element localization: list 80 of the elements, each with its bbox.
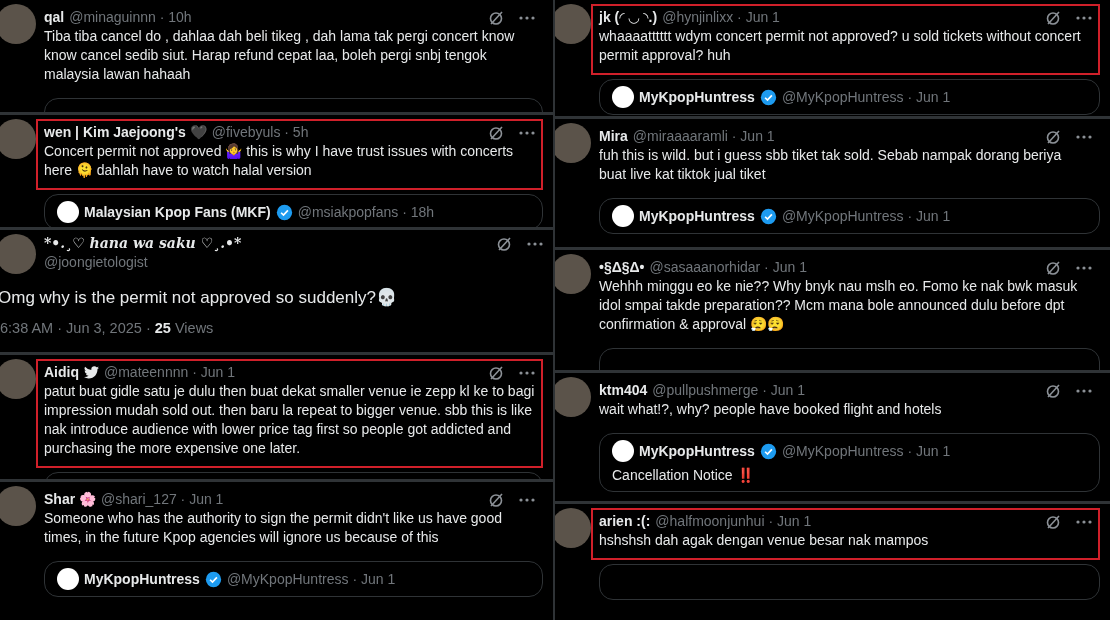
slashed-circle-icon[interactable] — [488, 124, 504, 141]
quote-author-name: Malaysian Kpop Fans (MKF) — [84, 204, 271, 220]
quote-author-name: MyKpopHuntress — [639, 89, 755, 105]
avatar[interactable] — [555, 123, 591, 163]
slashed-circle-icon[interactable] — [496, 235, 512, 252]
quote-handle-time: @MyKpopHuntress · Jun 1 — [781, 208, 951, 224]
avatar[interactable] — [0, 234, 36, 274]
handle: @joongietologist — [44, 253, 148, 272]
tweet-text: Someone who has the authority to sign the permit didn't like us have good times, in the future Kpop agencies will ignore us because of this — [44, 509, 503, 547]
tweet-text: Tiba tiba cancel do , dahlaa dah beli tikeg , dah lama tak pergi concert know know cancel sedib siut. Harap refund cepat laa, boleh pergi snbj tengok malaysia lawan hahaah — [44, 27, 516, 84]
more-icon[interactable] — [519, 497, 535, 502]
quote-handle-time: @msiakpopfans · 18h — [297, 204, 435, 220]
avatar[interactable] — [0, 119, 36, 159]
quote-handle-time: @MyKpopHuntress · Jun 1 — [226, 571, 396, 587]
author-name[interactable]: Aidiq — [44, 363, 79, 382]
author-name[interactable]: ktm404 — [599, 381, 648, 400]
avatar[interactable] — [555, 508, 591, 548]
timestamp-views: 6:38 AM · Jun 3, 2025 · 25 Views — [0, 320, 215, 336]
author-name[interactable]: jk (◜ ◡ ◝.) — [599, 8, 658, 27]
slashed-circle-icon[interactable] — [1045, 259, 1061, 276]
avatar — [612, 205, 634, 227]
more-icon[interactable] — [1076, 265, 1092, 270]
author-name[interactable]: •§Δ§Δ• — [599, 258, 645, 277]
quote-author-name: MyKpopHuntress — [84, 571, 200, 587]
tweet-text: Wehhh minggu eo ke nie?? Why bnyk nau mslh eo. Fomo ke nak bwk masuk idol smpai takde preparation?? Mcm mana bole announced dulu before dpt confirmation & approval 😮‍💨😮‍💨 — [599, 277, 1079, 334]
handle-time: @miraaaaramli · Jun 1 — [632, 127, 775, 146]
avatar[interactable] — [0, 359, 36, 399]
more-icon[interactable] — [1076, 388, 1092, 393]
more-icon[interactable] — [519, 15, 535, 20]
handle-time: @sasaaanorhidar · Jun 1 — [649, 258, 807, 277]
avatar[interactable] — [0, 486, 36, 526]
avatar[interactable] — [555, 4, 591, 44]
more-icon[interactable] — [1076, 15, 1092, 20]
slashed-circle-icon[interactable] — [1045, 128, 1061, 145]
avatar[interactable] — [555, 254, 591, 294]
quote-text: Cancellation Notice ‼ — [612, 466, 755, 485]
handle-time: @hynjinlixx · Jun 1 — [662, 8, 780, 27]
slashed-circle-icon[interactable] — [1045, 9, 1061, 26]
avatar — [612, 440, 634, 462]
more-icon[interactable] — [519, 370, 535, 375]
quote-handle-time: @MyKpopHuntress · Jun 1 — [781, 89, 951, 105]
quote-author-name: MyKpopHuntress — [639, 208, 755, 224]
tweet-text: wait what!?, why? people have booked flight and hotels — [599, 400, 943, 419]
handle-time: @shari_127 · Jun 1 — [101, 490, 224, 509]
quote-card[interactable]: MyKpopHuntress @MyKpopHuntress · Jun 1 — [599, 79, 1100, 115]
tweet-text: fuh this is wild. but i guess sbb tiket tak sold. Sebab nampak dorang beriya buat live kat tiktok jual tiket — [599, 146, 1063, 184]
quote-author-name: MyKpopHuntress — [639, 443, 755, 459]
quote-card[interactable]: MyKpopHuntress @MyKpopHuntress · Jun 1 — [44, 561, 543, 597]
avatar — [57, 201, 79, 223]
tweet-text: hshshsh dah agak dengan venue besar nak mampos — [599, 531, 930, 550]
avatar — [612, 86, 634, 108]
author-name[interactable]: arien :(: — [599, 512, 651, 531]
more-icon[interactable] — [1076, 519, 1092, 524]
tweet-text: patut buat gidle satu je dulu then buat dekat smaller venue ie zepp kl ke to bagi impression mudah sold out. then baru la repeat to bigger venue. sbb this is like nak introduce audience with lower price tag first so people got addicted and purchasing the more expensive one later. — [44, 382, 535, 458]
avatar[interactable] — [555, 377, 591, 417]
tweet-text: whaaaatttttt wdym concert permit not approved? u sold tickets without concert permit approval? huh — [599, 27, 1082, 65]
handle-time: @pullpushmerge · Jun 1 — [652, 381, 805, 400]
slashed-circle-icon[interactable] — [488, 491, 504, 508]
author-name[interactable]: *•.¸♡ hana wa saku ♡¸.•* — [44, 234, 242, 253]
handle-time: @mateennnn · Jun 1 — [104, 363, 235, 382]
quote-handle-time: @MyKpopHuntress · Jun 1 — [781, 443, 951, 459]
slashed-circle-icon[interactable] — [1045, 382, 1061, 399]
avatar — [57, 568, 79, 590]
slashed-circle-icon[interactable] — [488, 364, 504, 381]
slashed-circle-icon[interactable] — [1045, 513, 1061, 530]
author-name[interactable]: Shar 🌸 — [44, 490, 96, 509]
author-name[interactable]: Mira — [599, 127, 628, 146]
more-icon[interactable] — [527, 241, 543, 246]
author-name[interactable]: wen | Kim Jaejoong's 🖤 — [44, 123, 207, 142]
more-icon[interactable] — [519, 130, 535, 135]
handle-time: @fivebyuls · 5h — [211, 123, 309, 142]
handle-time: @minaguinnn · 10h — [69, 8, 192, 27]
quote-card[interactable]: MyKpopHuntress @MyKpopHuntress · Jun 1 — [599, 198, 1100, 234]
avatar[interactable] — [0, 4, 36, 44]
author-name[interactable]: qal — [44, 8, 65, 27]
slashed-circle-icon[interactable] — [488, 9, 504, 26]
tweet-text: Concert permit not approved 🤷‍♀ this is why I have trust issues with concerts here 🫠 dahlah have to watch halal version — [44, 142, 515, 180]
quote-card[interactable]: MyKpopHuntress @MyKpopHuntress · Jun 1 Cancellation Notice ‼ — [599, 433, 1100, 492]
handle-time: @halfmoonjunhui · Jun 1 — [655, 512, 812, 531]
more-icon[interactable] — [1076, 134, 1092, 139]
